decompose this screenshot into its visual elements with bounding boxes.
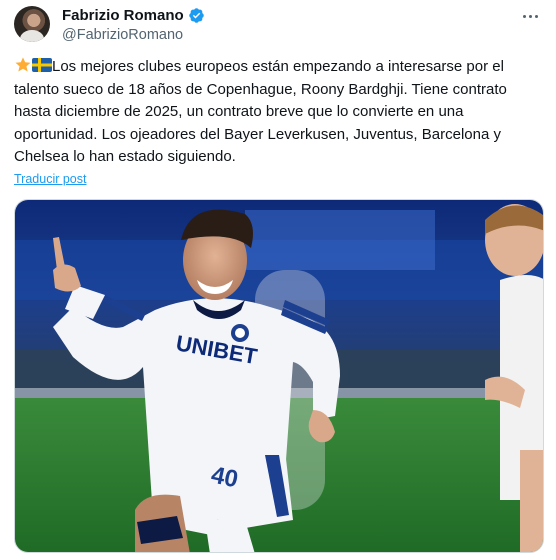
more-options-button[interactable] — [518, 6, 542, 26]
name-row: Fabrizio Romano — [62, 6, 205, 25]
verified-badge-icon[interactable] — [188, 7, 205, 24]
author-handle[interactable]: @FabrizioRomano — [62, 27, 205, 43]
author-display-name[interactable]: Fabrizio Romano — [62, 7, 184, 24]
star-emoji-icon — [15, 57, 31, 72]
dot-icon — [522, 14, 526, 18]
dot-icon — [534, 14, 538, 18]
post-media-image[interactable]: UNIBET 40 — [14, 199, 544, 553]
post-header: Fabrizio Romano @FabrizioRomano — [14, 6, 542, 46]
translate-post-link[interactable]: Traducir post — [14, 172, 86, 186]
avatar[interactable] — [14, 6, 50, 42]
sweden-flag-emoji-icon — [32, 58, 52, 72]
author-info: Fabrizio Romano @FabrizioRomano — [62, 6, 205, 43]
football-player-photo: UNIBET 40 — [15, 200, 543, 552]
shirt-number-text: 40 — [209, 461, 241, 493]
dot-icon — [528, 14, 532, 18]
post-text-block: Los mejores clubes europeos están empeza… — [14, 56, 544, 169]
post-text: Los mejores clubes europeos están empeza… — [14, 58, 507, 165]
